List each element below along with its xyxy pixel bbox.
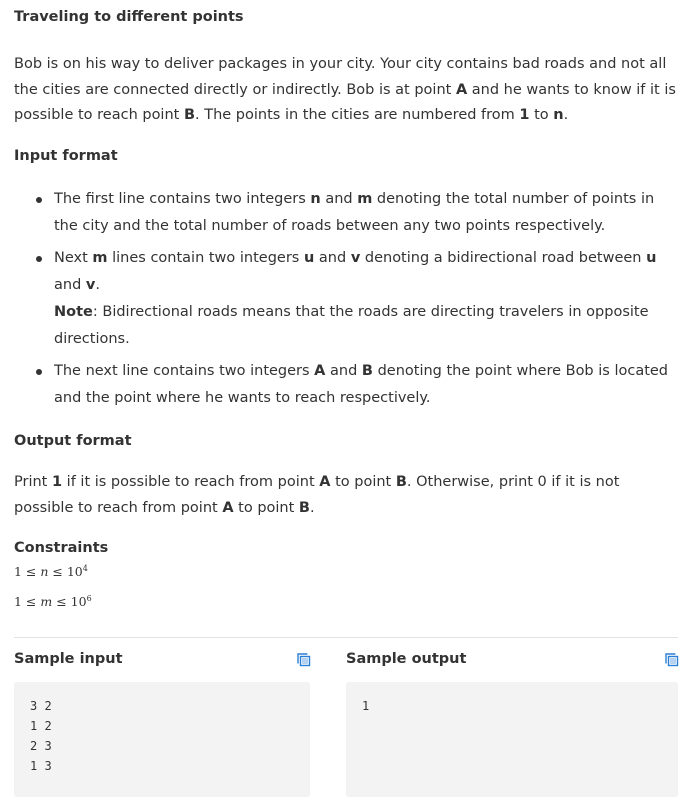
sample-input-text: 3 2 1 2 2 3 1 3 xyxy=(30,699,52,773)
input-format-list: The first line contains two integers n a… xyxy=(14,186,680,417)
section-divider xyxy=(14,637,678,638)
output-format-heading: Output format xyxy=(14,433,132,449)
constraints-heading: Constraints xyxy=(14,540,109,556)
problem-intro: Bob is on his way to deliver packages in… xyxy=(14,56,676,123)
copy-icon[interactable] xyxy=(297,653,311,667)
bullet-icon xyxy=(36,197,42,203)
bullet-icon xyxy=(36,256,42,262)
sample-input-box[interactable]: 3 2 1 2 2 3 1 3 xyxy=(14,682,310,797)
problem-title: Traveling to different points xyxy=(14,9,244,25)
sample-input-label: Sample input xyxy=(14,651,123,667)
note-label: Note xyxy=(54,304,93,320)
copy-icon[interactable] xyxy=(665,653,679,667)
sample-output-box[interactable]: 1 xyxy=(346,682,678,797)
output-format-text: Print 1 if it is possible to reach from … xyxy=(14,474,620,516)
bullet-icon xyxy=(36,369,42,375)
constraint-n: 1 ≤ n ≤ 104 xyxy=(14,564,88,580)
sample-output-text: 1 xyxy=(362,699,370,713)
list-item: The first line contains two integers n a… xyxy=(14,186,680,240)
constraint-m: 1 ≤ m ≤ 106 xyxy=(14,594,92,610)
copy-icon-svg xyxy=(665,653,679,667)
input-format-heading: Input format xyxy=(14,148,118,164)
list-item: Next m lines contain two integers u and … xyxy=(14,245,680,353)
copy-icon-svg xyxy=(297,653,311,667)
note-text: : Bidirectional roads means that the roa… xyxy=(54,304,649,347)
sample-output-label: Sample output xyxy=(346,651,467,667)
list-item: The next line contains two integers A an… xyxy=(14,358,680,412)
